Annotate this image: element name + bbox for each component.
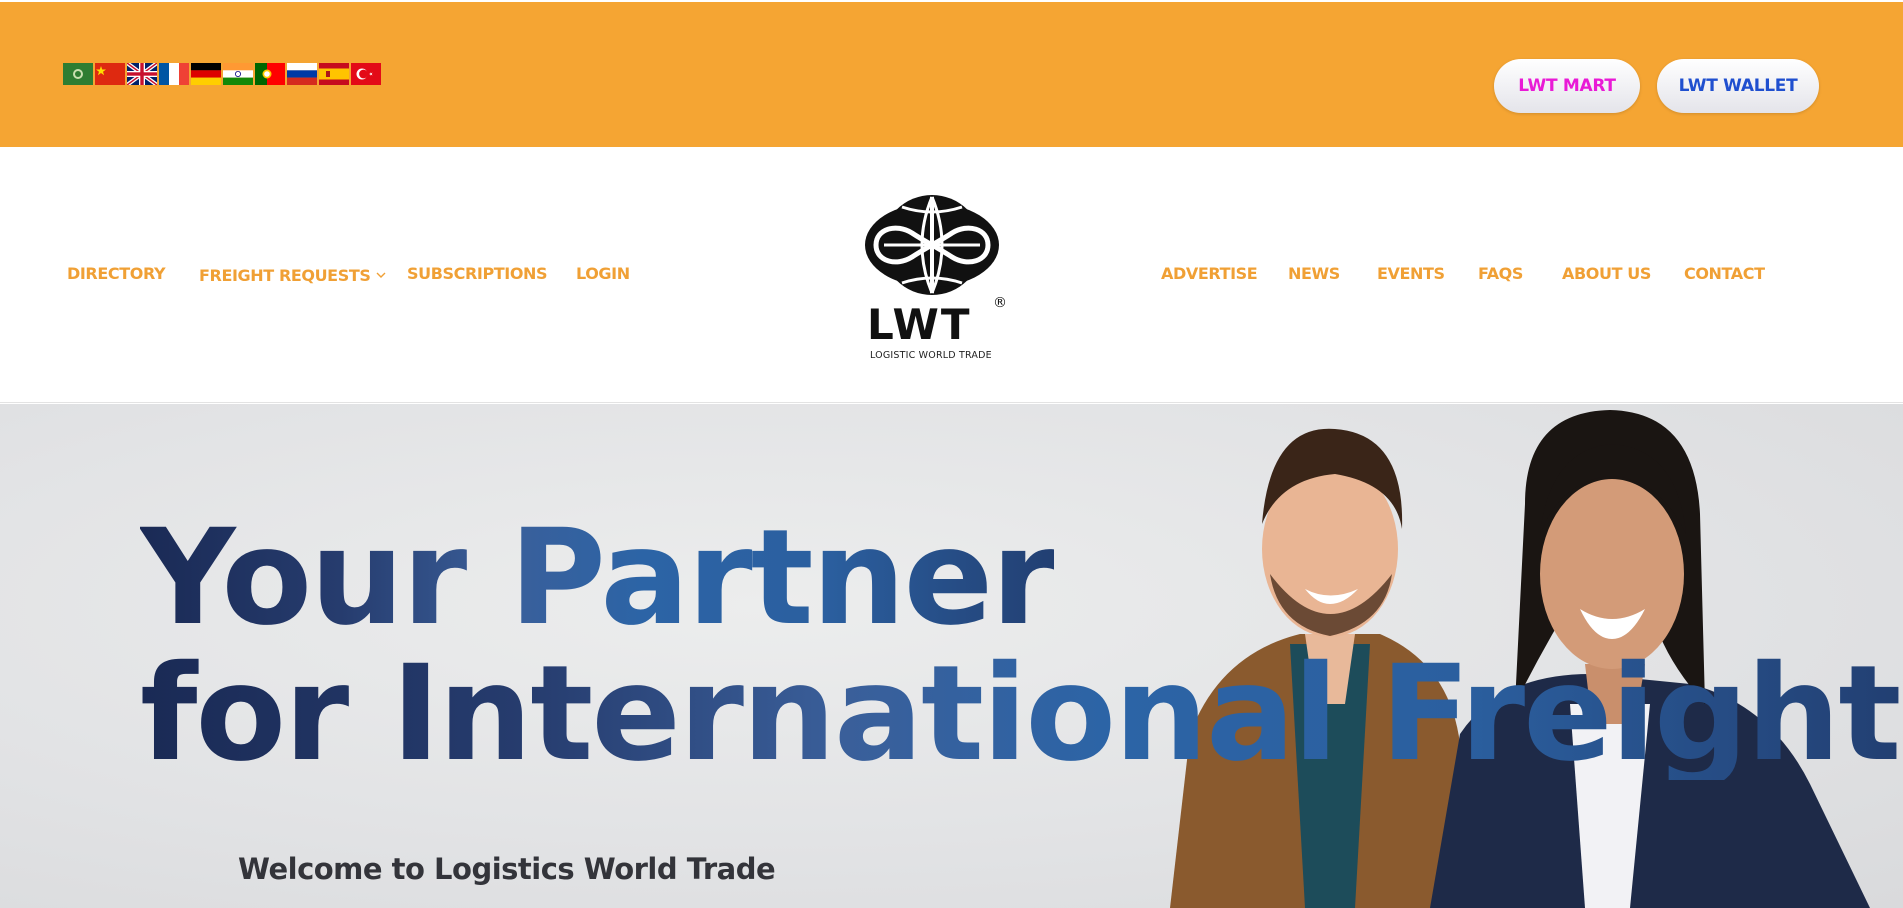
- nav-about-us[interactable]: ABOUT US: [1562, 264, 1651, 283]
- flag-turkish-icon[interactable]: [351, 63, 381, 85]
- top-bar: LWT MART LWT WALLET: [0, 2, 1903, 147]
- flag-portuguese-icon[interactable]: [255, 63, 285, 85]
- flag-spanish-icon[interactable]: [319, 63, 349, 85]
- language-flags: [63, 63, 381, 85]
- welcome-heading: Welcome to Logistics World Trade: [238, 852, 776, 886]
- nav-events[interactable]: EVENTS: [1377, 264, 1445, 283]
- flag-english-icon[interactable]: [127, 63, 157, 85]
- lwt-logo[interactable]: LWT ® LOGISTIC WORLD TRADE: [862, 187, 1012, 367]
- nav-faqs[interactable]: FAQS: [1478, 264, 1523, 283]
- main-navigation: DIRECTORY FREIGHT REQUESTS SUBSCRIPTIONS…: [0, 147, 1903, 403]
- chevron-down-icon: [376, 264, 386, 283]
- hero-section: Your Partner for International Freight W…: [0, 404, 1903, 908]
- globe-infinity-icon: [865, 195, 999, 295]
- nav-login[interactable]: LOGIN: [576, 264, 630, 283]
- flag-russian-icon[interactable]: [287, 63, 317, 85]
- nav-subscriptions[interactable]: SUBSCRIPTIONS: [407, 264, 548, 283]
- flag-chinese-icon[interactable]: [95, 63, 125, 85]
- nav-freight-requests[interactable]: FREIGHT REQUESTS: [199, 264, 386, 285]
- lwt-wallet-button[interactable]: LWT WALLET: [1657, 59, 1819, 113]
- hero-headline-line-2: for International Freight: [140, 637, 1901, 791]
- nav-directory[interactable]: DIRECTORY: [67, 264, 166, 283]
- lwt-mart-button[interactable]: LWT MART: [1494, 59, 1640, 113]
- flag-french-icon[interactable]: [159, 63, 189, 85]
- registered-mark: ®: [993, 295, 1007, 311]
- flag-german-icon[interactable]: [191, 63, 221, 85]
- nav-contact[interactable]: CONTACT: [1684, 264, 1765, 283]
- logo-wordmark: LWT: [867, 300, 972, 349]
- hero-headline-line-1: Your Partner: [140, 501, 1056, 655]
- flag-arabic-icon[interactable]: [63, 63, 93, 85]
- logo-subtitle: LOGISTIC WORLD TRADE: [870, 350, 992, 361]
- nav-news[interactable]: NEWS: [1288, 264, 1340, 283]
- nav-advertise[interactable]: ADVERTISE: [1161, 264, 1258, 283]
- flag-hindi-icon[interactable]: [223, 63, 253, 85]
- nav-freight-requests-label: FREIGHT REQUESTS: [199, 266, 371, 285]
